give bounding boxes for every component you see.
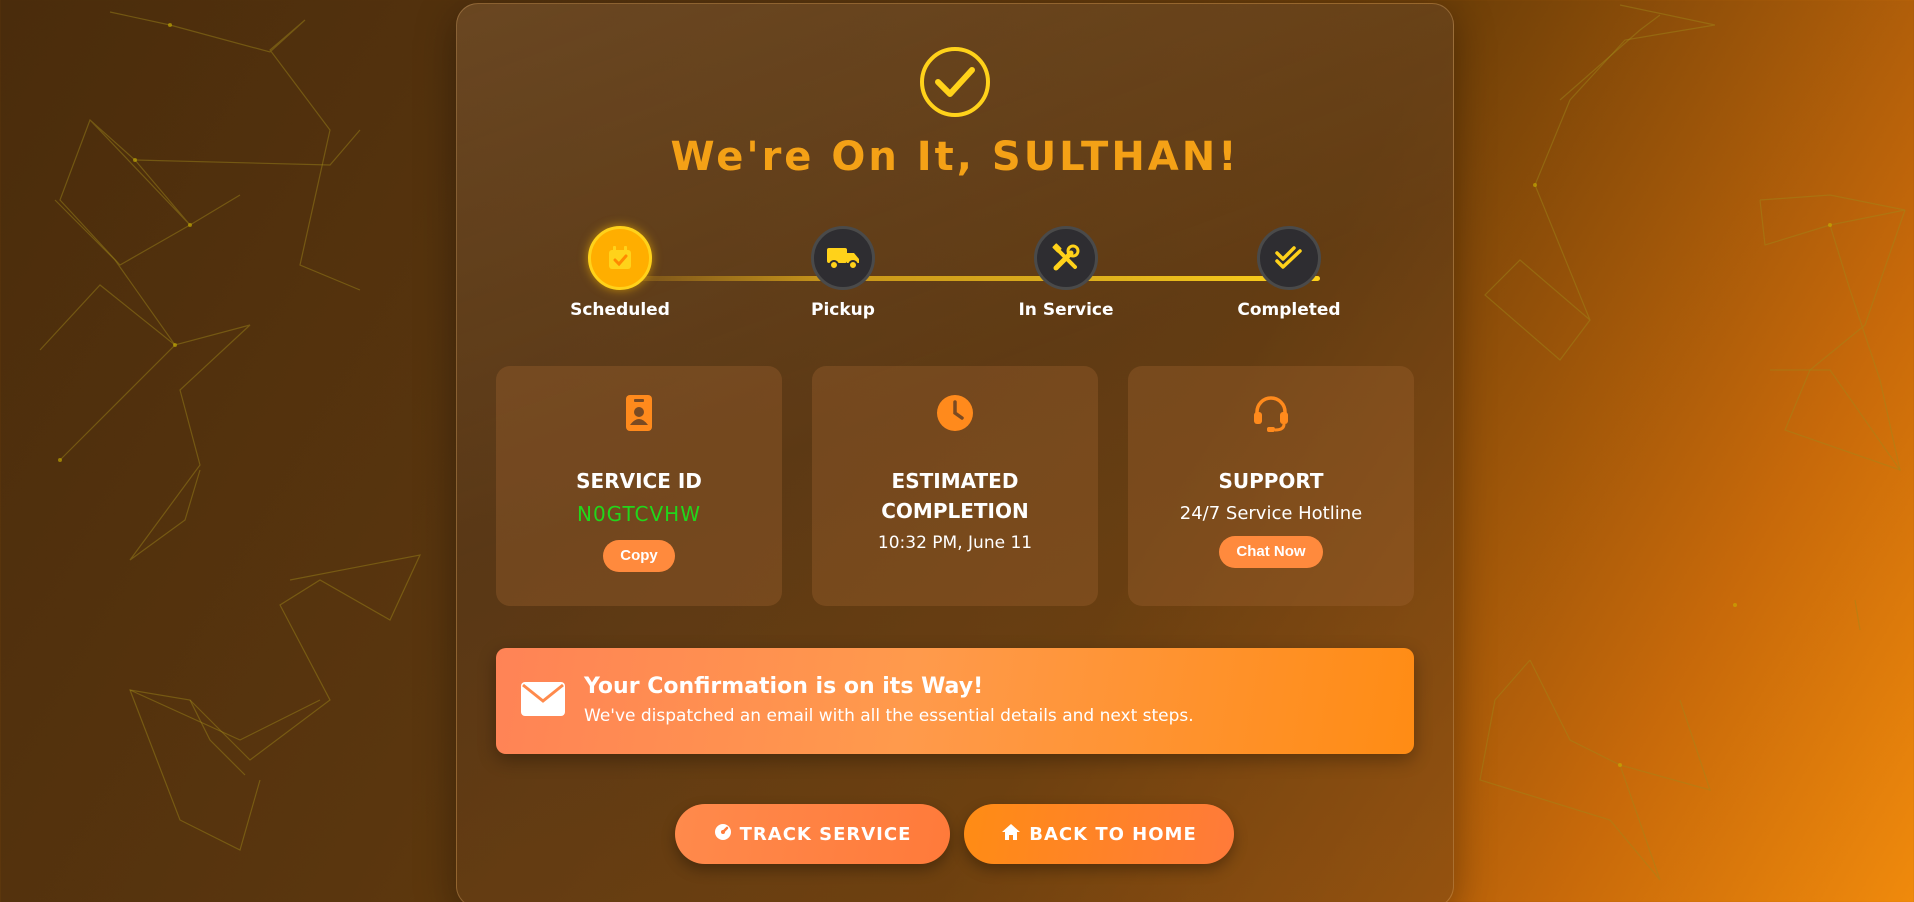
step-scheduled: Scheduled — [540, 226, 700, 320]
step-label: In Service — [1018, 300, 1114, 320]
estimate-title-line2: COMPLETION — [881, 499, 1029, 523]
id-badge-icon — [496, 394, 782, 432]
service-id-card: SERVICE ID N0GTCVHW Copy — [496, 366, 782, 606]
step-label: Completed — [1237, 300, 1341, 320]
chat-now-button[interactable]: Chat Now — [1219, 536, 1323, 568]
headset-icon — [1128, 394, 1414, 432]
estimated-completion-card: ESTIMATED COMPLETION 10:32 PM, June 11 — [812, 366, 1098, 606]
step-in-service: In Service — [986, 226, 1146, 320]
home-icon — [1001, 823, 1021, 846]
step-completed: Completed — [1209, 226, 1369, 320]
back-to-home-button[interactable]: BACK TO HOME — [964, 804, 1234, 864]
clock-icon — [812, 394, 1098, 432]
service-id-title: SERVICE ID — [576, 469, 702, 493]
truck-icon — [811, 226, 875, 290]
page-title: We're On It, SULTHAN! — [670, 134, 1240, 180]
envelope-icon — [520, 681, 566, 721]
step-pickup: Pickup — [763, 226, 923, 320]
copy-button[interactable]: Copy — [603, 540, 675, 572]
support-title: SUPPORT — [1218, 469, 1324, 493]
check-circle-icon — [920, 47, 990, 117]
back-to-home-label: BACK TO HOME — [1029, 823, 1197, 845]
estimate-value: 10:32 PM, June 11 — [877, 533, 1033, 553]
step-label: Pickup — [811, 300, 875, 320]
tools-icon — [1034, 226, 1098, 290]
step-label: Scheduled — [570, 300, 670, 320]
banner-title: Your Confirmation is on its Way! — [584, 674, 984, 699]
track-service-button[interactable]: TRACK SERVICE — [675, 804, 950, 864]
support-hotline: 24/7 Service Hotline — [1179, 503, 1363, 524]
service-id-value: N0GTCVHW — [577, 502, 701, 526]
calendar-check-icon — [588, 226, 652, 290]
confirmation-banner: Your Confirmation is on its Way! We've d… — [496, 648, 1414, 754]
track-service-label: TRACK SERVICE — [739, 823, 912, 845]
support-card: SUPPORT 24/7 Service Hotline Chat Now — [1128, 366, 1414, 606]
double-check-icon — [1257, 226, 1321, 290]
gauge-icon — [714, 823, 732, 846]
estimate-title-line1: ESTIMATED — [891, 469, 1019, 493]
banner-text: We've dispatched an email with all the e… — [584, 706, 1194, 726]
